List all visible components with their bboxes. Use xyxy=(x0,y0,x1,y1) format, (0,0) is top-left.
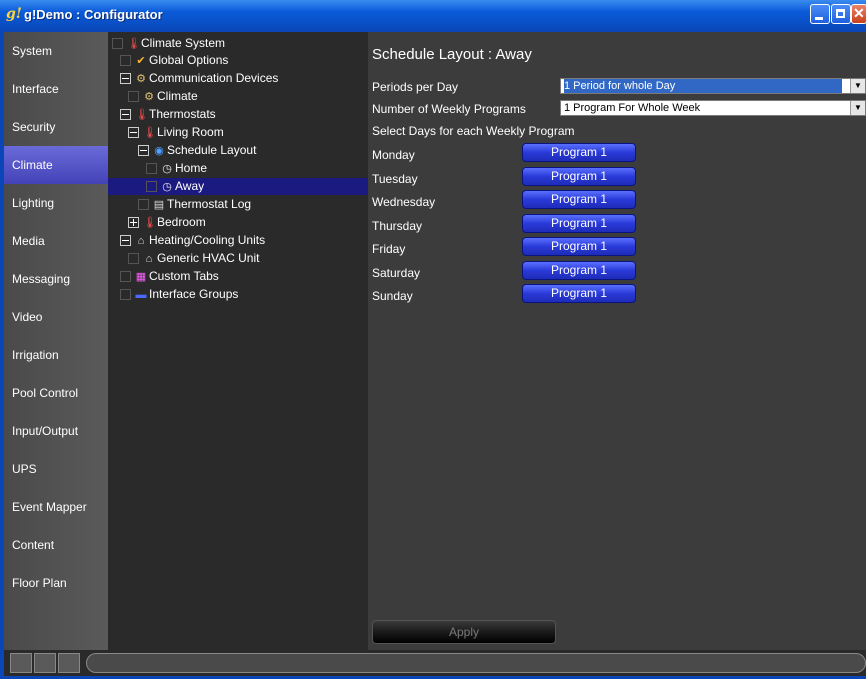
device-icon: ⚙ xyxy=(136,72,146,85)
window-title: g!Demo : Configurator xyxy=(24,7,163,22)
category-nav: System Interface Security Climate Lighti… xyxy=(4,32,108,650)
hvac-icon: ⌂ xyxy=(137,234,145,247)
periods-select[interactable]: 1 Period for whole Day ▼ xyxy=(560,78,866,94)
status-indicator xyxy=(58,653,80,673)
collapse-icon[interactable] xyxy=(120,73,131,85)
programs-label: Number of Weekly Programs xyxy=(372,102,526,116)
tree-node-climate-device[interactable]: ⚙ Climate xyxy=(128,88,198,105)
nav-item-video[interactable]: Video xyxy=(4,298,108,336)
maximize-button[interactable] xyxy=(831,4,851,24)
close-button[interactable] xyxy=(851,4,866,24)
day-label: Wednesday xyxy=(372,195,436,209)
collapse-icon[interactable] xyxy=(120,235,131,247)
nav-item-ups[interactable]: UPS xyxy=(4,450,108,488)
tree-node-custom-tabs[interactable]: ▦ Custom Tabs xyxy=(120,268,219,285)
status-indicator xyxy=(34,653,56,673)
collapse-icon[interactable] xyxy=(138,145,149,157)
day-label: Friday xyxy=(372,242,406,256)
page-title: Schedule Layout : Away xyxy=(372,46,532,63)
nav-item-event-mapper[interactable]: Event Mapper xyxy=(4,488,108,526)
tree-node-home[interactable]: ◷ Home xyxy=(146,160,207,177)
nav-item-climate[interactable]: Climate xyxy=(4,146,108,184)
globe-icon: ◉ xyxy=(154,144,164,157)
program-button-wednesday[interactable]: Program 1 xyxy=(522,190,636,209)
app-icon: g! xyxy=(6,6,22,22)
tree-node-heating-cooling-units[interactable]: ⌂ Heating/Cooling Units xyxy=(120,232,265,249)
day-label: Saturday xyxy=(372,266,421,280)
nav-item-pool-control[interactable]: Pool Control xyxy=(4,374,108,412)
nav-item-input-output[interactable]: Input/Output xyxy=(4,412,108,450)
clock-icon: ◷ xyxy=(162,180,172,193)
thermometer-icon: 🌡 xyxy=(143,126,157,139)
program-button-sunday[interactable]: Program 1 xyxy=(522,284,636,303)
nav-item-lighting[interactable]: Lighting xyxy=(4,184,108,222)
collapse-icon[interactable] xyxy=(120,109,131,121)
day-label: Sunday xyxy=(372,289,413,303)
nav-item-floor-plan[interactable]: Floor Plan xyxy=(4,564,108,602)
tree-node-generic-hvac-unit[interactable]: ⌂ Generic HVAC Unit xyxy=(128,250,259,267)
expand-icon[interactable] xyxy=(128,217,139,229)
chevron-down-icon[interactable]: ▼ xyxy=(850,101,865,115)
tree-checkbox[interactable] xyxy=(120,55,131,67)
tree-checkbox[interactable] xyxy=(146,181,157,193)
periods-label: Periods per Day xyxy=(372,80,459,94)
nav-item-media[interactable]: Media xyxy=(4,222,108,260)
tree-node-global-options[interactable]: ✔ Global Options xyxy=(120,52,228,69)
program-button-monday[interactable]: Program 1 xyxy=(522,143,636,162)
tree-node-thermostats[interactable]: 🌡Thermostats xyxy=(120,106,216,123)
apply-button[interactable]: Apply xyxy=(372,620,556,644)
program-button-friday[interactable]: Program 1 xyxy=(522,237,636,256)
log-icon: ▤ xyxy=(153,198,165,211)
hvac-icon: ⌂ xyxy=(145,252,153,265)
tree-node-living-room[interactable]: 🌡Living Room xyxy=(128,124,224,141)
day-label: Tuesday xyxy=(372,172,418,186)
tree-node-bedroom[interactable]: 🌡Bedroom xyxy=(128,214,206,231)
nav-item-irrigation[interactable]: Irrigation xyxy=(4,336,108,374)
options-icon: ✔ xyxy=(136,54,146,67)
device-icon: ⚙ xyxy=(144,90,154,103)
thermometer-icon: 🌡 xyxy=(127,37,141,50)
config-tree: 🌡Climate System ✔ Global Options ⚙ Communi… xyxy=(108,32,368,650)
status-indicator xyxy=(10,653,32,673)
progress-bar xyxy=(86,653,866,673)
tree-node-communication-devices[interactable]: ⚙ Communication Devices xyxy=(120,70,278,87)
title-bar: g! g!Demo : Configurator xyxy=(0,0,866,31)
nav-item-interface[interactable]: Interface xyxy=(4,70,108,108)
day-label: Thursday xyxy=(372,219,423,233)
tree-node-climate-system[interactable]: 🌡Climate System xyxy=(112,35,225,52)
tabs-icon: ▦ xyxy=(135,270,147,283)
groups-icon: ▬ xyxy=(135,288,147,301)
program-button-tuesday[interactable]: Program 1 xyxy=(522,167,636,186)
nav-item-messaging[interactable]: Messaging xyxy=(4,260,108,298)
tree-node-schedule-layout[interactable]: ◉ Schedule Layout xyxy=(138,142,256,159)
tree-checkbox[interactable] xyxy=(120,289,131,301)
tree-checkbox[interactable] xyxy=(128,91,139,103)
collapse-icon[interactable] xyxy=(128,127,139,139)
programs-select[interactable]: 1 Program For Whole Week ▼ xyxy=(560,100,866,116)
tree-checkbox[interactable] xyxy=(120,271,131,283)
tree-checkbox[interactable] xyxy=(138,199,149,211)
program-button-thursday[interactable]: Program 1 xyxy=(522,214,636,233)
tree-node-away[interactable]: ◷ Away xyxy=(108,178,368,195)
status-bar xyxy=(4,650,866,676)
tree-node-thermostat-log[interactable]: ▤ Thermostat Log xyxy=(138,196,251,213)
program-button-saturday[interactable]: Program 1 xyxy=(522,261,636,280)
thermometer-icon: 🌡 xyxy=(143,216,157,229)
chevron-down-icon[interactable]: ▼ xyxy=(850,79,865,93)
nav-item-system[interactable]: System xyxy=(4,32,108,70)
clock-icon: ◷ xyxy=(162,162,172,175)
select-days-label: Select Days for each Weekly Program xyxy=(372,124,575,138)
tree-checkbox[interactable] xyxy=(128,253,139,265)
day-label: Monday xyxy=(372,148,415,162)
tree-checkbox[interactable] xyxy=(146,163,157,175)
tree-checkbox[interactable] xyxy=(112,38,123,50)
nav-item-content[interactable]: Content xyxy=(4,526,108,564)
tree-node-interface-groups[interactable]: ▬ Interface Groups xyxy=(120,286,238,303)
minimize-button[interactable] xyxy=(810,4,830,24)
schedule-panel: Schedule Layout : Away Periods per Day 1… xyxy=(368,32,866,650)
nav-item-security[interactable]: Security xyxy=(4,108,108,146)
thermometer-icon: 🌡 xyxy=(135,108,149,121)
